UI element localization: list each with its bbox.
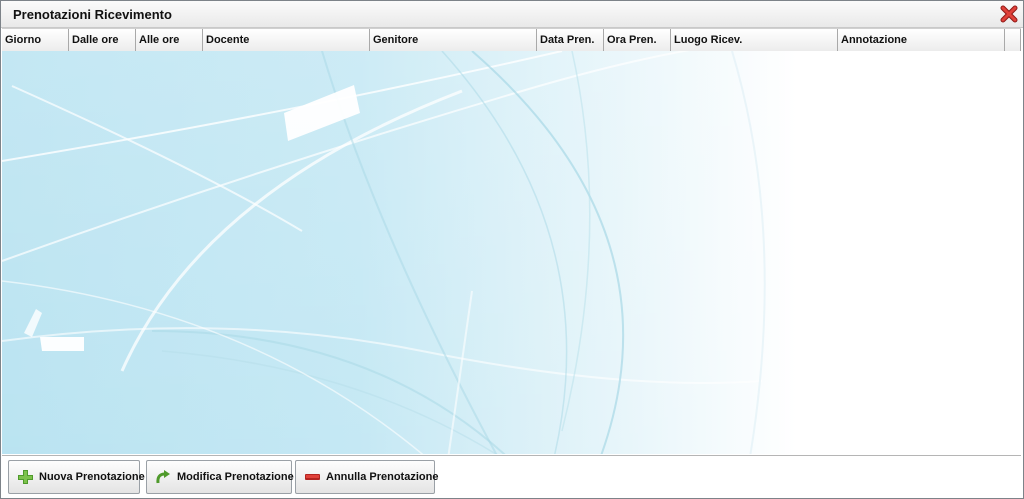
- refresh-arrow-icon: [155, 469, 171, 485]
- edit-booking-button[interactable]: Modifica Prenotazione: [146, 460, 294, 494]
- footer-toolbar: Nuova Prenotazione Modifica Prenotazione…: [2, 455, 1021, 498]
- minus-icon: [304, 469, 320, 485]
- column-header-docente[interactable]: Docente: [203, 29, 370, 51]
- close-icon[interactable]: [1000, 5, 1018, 23]
- new-booking-button[interactable]: Nuova Prenotazione: [8, 460, 145, 494]
- table-body[interactable]: [2, 51, 1021, 454]
- background-swirl-image: [2, 51, 1021, 454]
- table-header: Giorno Dalle ore Alle ore Docente Genito…: [2, 28, 1021, 52]
- window-title: Prenotazioni Ricevimento: [13, 7, 172, 22]
- column-header-dalle-ore[interactable]: Dalle ore: [69, 29, 136, 51]
- column-header-alle-ore[interactable]: Alle ore: [136, 29, 203, 51]
- new-booking-label: Nuova Prenotazione: [39, 471, 145, 483]
- cancel-booking-label: Annulla Prenotazione: [326, 471, 439, 483]
- column-header-luogo-ricev[interactable]: Luogo Ricev.: [671, 29, 838, 51]
- booking-window: Prenotazioni Ricevimento Giorno Dalle or…: [0, 0, 1024, 499]
- cancel-booking-button[interactable]: Annulla Prenotazione: [295, 460, 439, 494]
- column-header-filler: [1005, 29, 1021, 51]
- column-header-data-pren[interactable]: Data Pren.: [537, 29, 604, 51]
- plus-icon: [17, 469, 33, 485]
- column-header-genitore[interactable]: Genitore: [370, 29, 537, 51]
- column-header-annotazione[interactable]: Annotazione: [838, 29, 1005, 51]
- edit-booking-label: Modifica Prenotazione: [177, 471, 294, 483]
- column-header-ora-pren[interactable]: Ora Pren.: [604, 29, 671, 51]
- column-header-giorno[interactable]: Giorno: [2, 29, 69, 51]
- title-bar: Prenotazioni Ricevimento: [1, 1, 1023, 28]
